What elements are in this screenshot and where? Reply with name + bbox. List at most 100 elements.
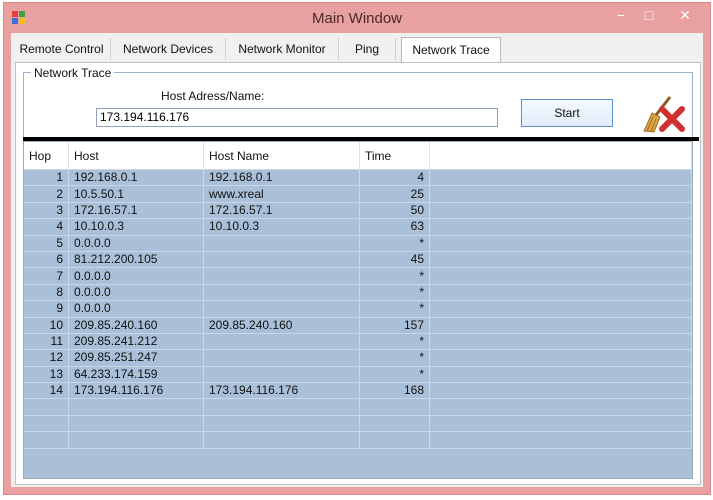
filler-cell: [429, 235, 692, 252]
time-cell: 4: [359, 169, 430, 187]
time-cell: *: [359, 267, 430, 285]
table-row[interactable]: 10 209.85.240.160 209.85.240.160 157: [24, 317, 692, 334]
host-cell: 0.0.0.0: [68, 235, 204, 252]
table-header-row: Hop Host Host Name Time: [24, 142, 692, 170]
empty-table-row[interactable]: [24, 431, 692, 449]
host-cell: 64.233.174.159: [68, 366, 204, 384]
window-title: Main Window: [311, 10, 403, 27]
host-name-cell: [203, 284, 360, 302]
trace-results-grid[interactable]: Hop Host Host Name Time 1 192.168.0.1 192.…: [23, 141, 693, 479]
hop-cell: 2: [24, 185, 69, 203]
time-cell: 45: [359, 251, 430, 269]
table-row[interactable]: 2 10.5.50.1 www.xreal 25: [24, 185, 692, 203]
column-header-hop[interactable]: Hop: [24, 142, 69, 170]
tab-label: Network Monitor: [238, 42, 326, 56]
host-cell: 209.85.241.212: [68, 333, 204, 351]
filler-cell: [429, 300, 692, 318]
filler-cell: [429, 202, 692, 220]
title-bar[interactable]: Main Window − □ ✕: [4, 3, 710, 33]
tab-label: Network Devices: [122, 42, 214, 56]
tab-network-trace[interactable]: Network Trace: [401, 37, 501, 63]
filler-cell: [429, 317, 692, 334]
table-row[interactable]: 1 192.168.0.1 192.168.0.1 4: [24, 169, 692, 187]
host-name-cell: [203, 398, 360, 416]
hop-cell: 5: [24, 235, 69, 252]
host-name-cell: 172.16.57.1: [203, 202, 360, 220]
table-row[interactable]: 12 209.85.251.247 *: [24, 349, 692, 367]
empty-table-row[interactable]: [24, 415, 692, 433]
table-row[interactable]: 6 81.212.200.105 45: [24, 251, 692, 269]
column-header-filler: [429, 142, 692, 170]
hop-cell: 12: [24, 349, 69, 367]
table-row[interactable]: 11 209.85.241.212 *: [24, 333, 692, 351]
hop-cell: 7: [24, 267, 69, 285]
time-cell: *: [359, 300, 430, 318]
table-row[interactable]: 13 64.233.174.159 *: [24, 366, 692, 384]
host-cell: 0.0.0.0: [68, 300, 204, 318]
table-row[interactable]: 5 0.0.0.0 *: [24, 235, 692, 252]
time-cell: 168: [359, 382, 430, 400]
table-row[interactable]: 4 10.10.0.3 10.10.0.3 63: [24, 218, 692, 236]
table-row[interactable]: 3 172.16.57.1 172.16.57.1 50: [24, 202, 692, 220]
host-cell: 192.168.0.1: [68, 169, 204, 187]
filler-cell: [429, 349, 692, 367]
table-row[interactable]: 9 0.0.0.0 *: [24, 300, 692, 318]
time-cell: 63: [359, 218, 430, 236]
maximize-button[interactable]: □: [637, 5, 661, 25]
broom-clear-icon[interactable]: [636, 93, 688, 133]
close-icon: ✕: [679, 7, 691, 23]
host-name-cell: [203, 300, 360, 318]
column-header-time[interactable]: Time: [359, 142, 430, 170]
hop-cell: 1: [24, 169, 69, 187]
hop-cell: [24, 398, 69, 416]
tab-remote-control[interactable]: Remote Control: [13, 38, 111, 60]
main-window: Main Window − □ ✕ Remote Control Network…: [3, 2, 711, 495]
filler-cell: [429, 366, 692, 384]
host-cell: 173.194.116.176: [68, 382, 204, 400]
tab-network-devices[interactable]: Network Devices: [111, 38, 226, 60]
client-area: Remote Control Network Devices Network M…: [11, 33, 703, 487]
time-cell: *: [359, 333, 430, 351]
hop-cell: 10: [24, 317, 69, 334]
hop-cell: 14: [24, 382, 69, 400]
time-cell: [359, 431, 430, 449]
close-button[interactable]: ✕: [666, 5, 704, 25]
tab-strip: Remote Control Network Devices Network M…: [11, 37, 703, 63]
time-cell: *: [359, 366, 430, 384]
host-name-cell: 173.194.116.176: [203, 382, 360, 400]
host-name-cell: 192.168.0.1: [203, 169, 360, 187]
start-button[interactable]: Start: [521, 99, 613, 127]
host-cell: [68, 398, 204, 416]
host-name-cell: [203, 251, 360, 269]
host-name-cell: [203, 366, 360, 384]
hop-cell: [24, 431, 69, 449]
host-cell: [68, 431, 204, 449]
host-input[interactable]: [96, 108, 498, 127]
filler-cell: [429, 431, 692, 449]
table-row[interactable]: 14 173.194.116.176 173.194.116.176 168: [24, 382, 692, 400]
minimize-button[interactable]: −: [609, 5, 633, 25]
time-cell: 50: [359, 202, 430, 220]
tab-ping[interactable]: Ping: [339, 38, 396, 60]
host-name-cell: www.xreal: [203, 185, 360, 203]
maximize-icon: □: [644, 7, 654, 23]
time-cell: *: [359, 349, 430, 367]
tab-network-monitor[interactable]: Network Monitor: [226, 38, 339, 60]
filler-cell: [429, 415, 692, 433]
hop-cell: 11: [24, 333, 69, 351]
filler-cell: [429, 185, 692, 203]
hop-cell: 13: [24, 366, 69, 384]
host-cell: 172.16.57.1: [68, 202, 204, 220]
empty-table-row[interactable]: [24, 398, 692, 416]
table-row[interactable]: 7 0.0.0.0 *: [24, 267, 692, 285]
filler-cell: [429, 251, 692, 269]
host-cell: 0.0.0.0: [68, 284, 204, 302]
column-header-host-name[interactable]: Host Name: [203, 142, 360, 170]
group-label: Network Trace: [31, 66, 115, 80]
host-name-cell: [203, 235, 360, 252]
host-cell: [68, 415, 204, 433]
host-name-cell: [203, 333, 360, 351]
table-row[interactable]: 8 0.0.0.0 *: [24, 284, 692, 302]
column-header-host[interactable]: Host: [68, 142, 204, 170]
filler-cell: [429, 218, 692, 236]
